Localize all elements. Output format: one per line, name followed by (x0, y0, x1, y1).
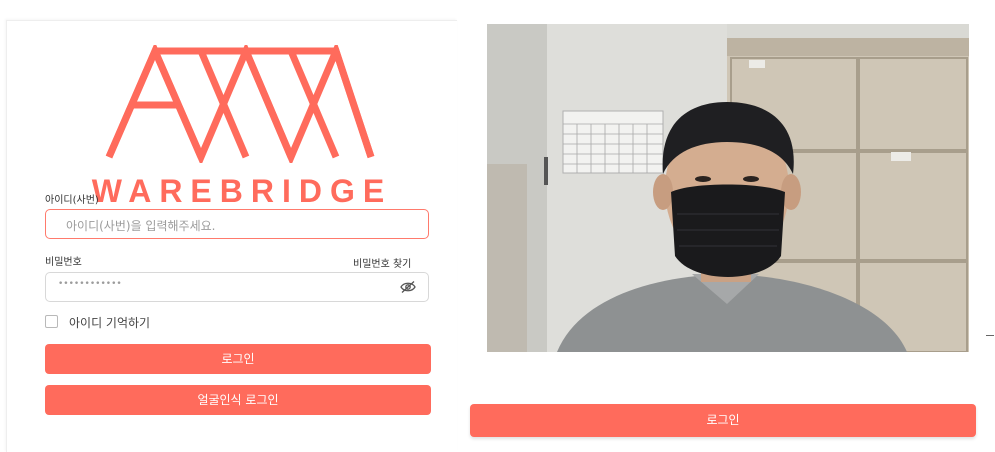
brand-wordmark: WAREBRIDGE (91, 173, 393, 209)
id-input-placeholder: 아이디(사번)을 입력해주세요. (66, 219, 216, 233)
password-input[interactable]: •••••••••••• (45, 272, 429, 302)
remember-id-label: 아이디 기억하기 (69, 316, 151, 330)
find-password-link[interactable]: 비밀번호 찾기 (353, 255, 411, 270)
login-card: WAREBRIDGE 아이디(사번) 아이디(사번)을 입력해주세요. 비밀번호… (6, 20, 457, 452)
eye-slash-icon[interactable] (400, 280, 416, 294)
camera-feed (487, 24, 969, 352)
id-label: 아이디(사번) (45, 195, 99, 206)
password-masked-value: •••••••••••• (58, 279, 122, 289)
camera-login-button[interactable]: 로그인 (470, 404, 976, 437)
password-label: 비밀번호 (45, 257, 82, 268)
id-input[interactable]: 아이디(사번)을 입력해주세요. (45, 209, 429, 239)
divider (986, 335, 994, 336)
remember-id-checkbox[interactable] (45, 315, 58, 328)
face-login-button[interactable]: 얼굴인식 로그인 (45, 385, 431, 415)
camera-image (487, 24, 969, 352)
login-button[interactable]: 로그인 (45, 344, 431, 374)
warebridge-logo-icon (105, 45, 375, 163)
